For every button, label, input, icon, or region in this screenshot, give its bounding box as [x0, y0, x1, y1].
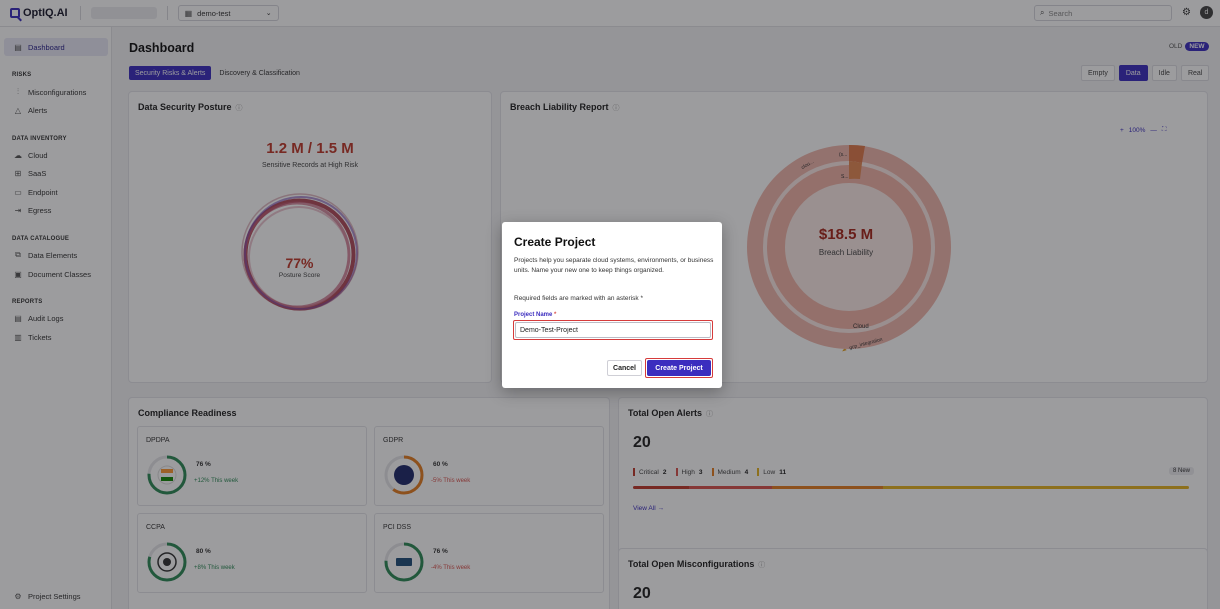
create-project-button[interactable]: Create Project	[647, 360, 711, 376]
create-button-highlight: Create Project	[645, 358, 713, 378]
dialog-title: Create Project	[514, 235, 596, 249]
cancel-button[interactable]: Cancel	[607, 360, 642, 376]
field-label-text: Project Name	[514, 312, 553, 318]
required-note: Required fields are marked with an aster…	[514, 295, 643, 302]
required-star: *	[554, 312, 557, 318]
dialog-description: Projects help you separate cloud systems…	[514, 257, 714, 274]
create-project-dialog: Create Project Projects help you separat…	[502, 222, 722, 388]
project-name-input[interactable]	[515, 322, 711, 338]
project-name-label: Project Name *	[514, 312, 556, 318]
project-name-field-highlight	[513, 320, 713, 340]
